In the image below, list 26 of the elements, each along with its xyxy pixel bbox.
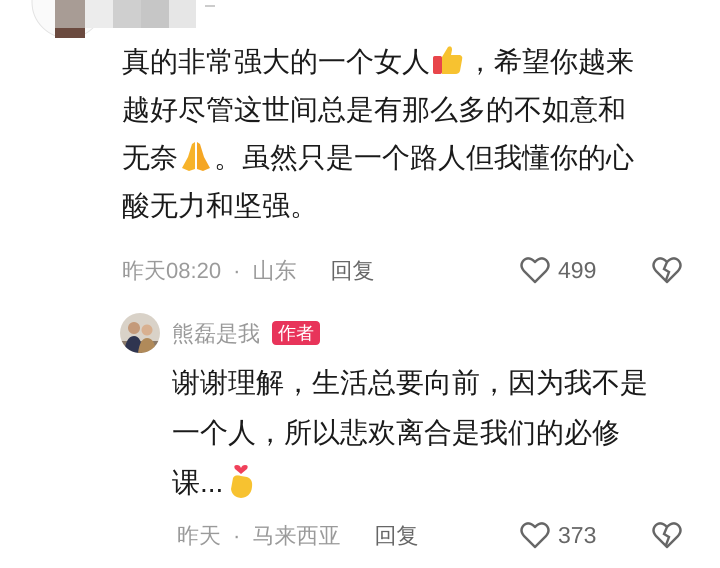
separator-dot: ·: [233, 256, 240, 284]
heart-icon[interactable]: [520, 256, 550, 284]
comment-text: 酸无力和坚强。: [122, 190, 318, 221]
separator-dot: ·: [233, 522, 240, 550]
praying-hands-icon: [179, 139, 213, 173]
comment-time: 昨天08:20: [122, 256, 222, 284]
broken-heart-icon[interactable]: [652, 256, 682, 284]
reply-text: 谢谢理解，生活总要向前，因为我不是: [172, 367, 648, 398]
comment-location: 山东: [252, 256, 296, 284]
reply-button[interactable]: 回复: [330, 254, 374, 286]
heart-icon[interactable]: [520, 521, 550, 549]
like-count: 373: [558, 520, 596, 550]
like-count: 499: [558, 256, 596, 285]
author-name: 熊磊是我: [172, 320, 260, 348]
author-badge: 作者: [272, 321, 320, 345]
broken-heart-icon[interactable]: [652, 521, 682, 549]
comment-time: 昨天: [177, 522, 221, 550]
comment-text: 真的非常强大的一个女人: [122, 46, 430, 77]
reply-text: 课...: [172, 467, 224, 498]
comment-text: ，希望你越来: [466, 46, 634, 77]
comment-location: 马来西亚: [252, 522, 340, 550]
comment-text: 无奈: [122, 142, 178, 173]
reply-text: 一个人，所以悲欢离合是我们的必修: [172, 417, 620, 448]
comment-text: 越好尽管这世间总是有那么多的不如意和: [122, 94, 626, 125]
reply-button[interactable]: 回复: [374, 518, 418, 552]
comment-text: 。虽然只是一个路人但我懂你的心: [214, 142, 634, 173]
